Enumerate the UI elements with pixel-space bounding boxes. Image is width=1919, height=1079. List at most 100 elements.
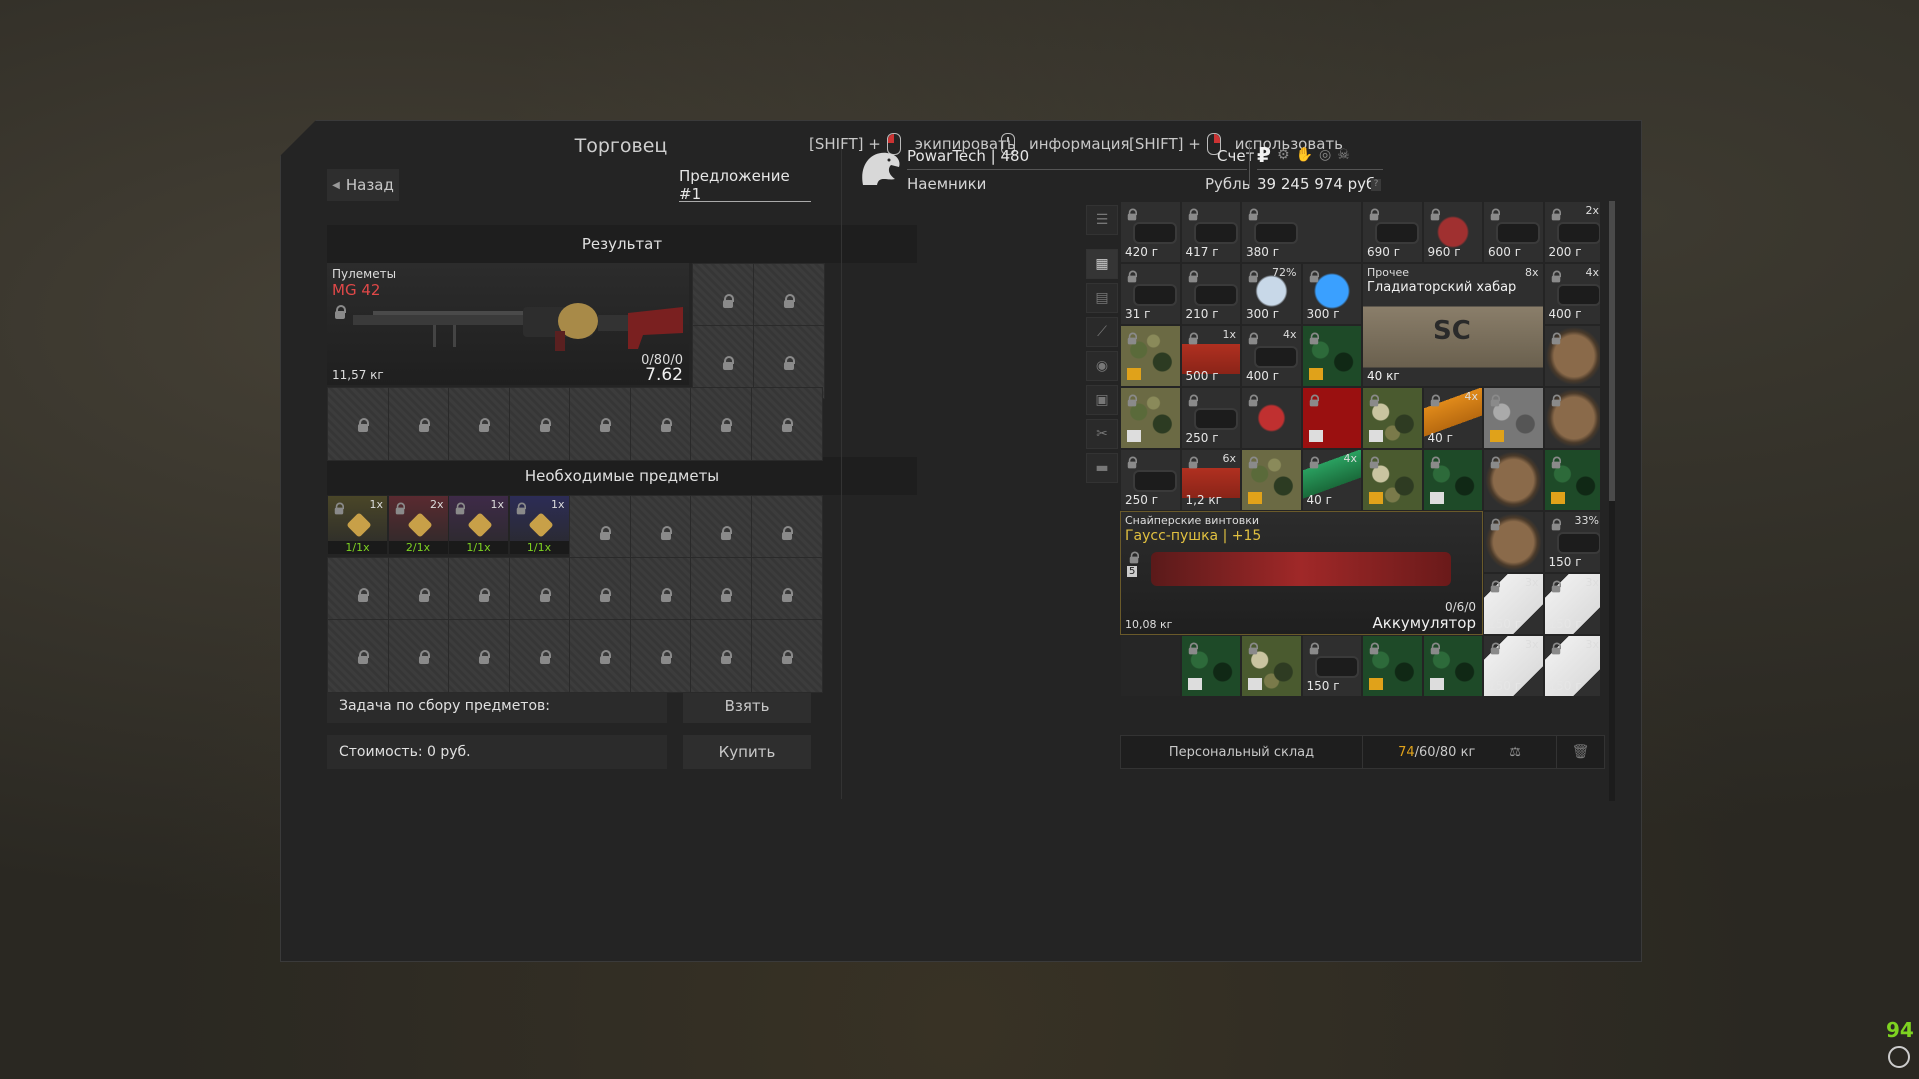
- inventory-item[interactable]: 3x 150 г: [1543, 635, 1600, 697]
- inventory-item[interactable]: [1483, 449, 1544, 511]
- item-weight: 380 г: [1246, 245, 1280, 259]
- hint-label: информация: [1029, 135, 1130, 153]
- rarity-tag-icon: [1187, 678, 1202, 690]
- inventory-item[interactable]: 3x 150 г: [1483, 573, 1544, 635]
- item-quantity: 4x: [1343, 452, 1357, 465]
- inventory-item[interactable]: 3x 150 г: [1483, 635, 1544, 697]
- filter-artifact-icon[interactable]: ◉: [1086, 351, 1118, 381]
- inventory-item[interactable]: 300 г: [1301, 263, 1362, 325]
- inventory-item[interactable]: 1x 500 г: [1180, 325, 1241, 387]
- scrollbar-track[interactable]: [1609, 201, 1615, 801]
- inventory-item[interactable]: [1241, 449, 1302, 511]
- inventory-item[interactable]: [1120, 325, 1181, 387]
- required-item[interactable]: 2x 2/1x: [387, 495, 449, 555]
- filter-list-icon[interactable]: ☰: [1086, 205, 1118, 235]
- gear-currency-icon[interactable]: ⚙: [1277, 147, 1290, 163]
- inventory-item[interactable]: 31 г: [1120, 263, 1181, 325]
- scrollbar-thumb[interactable]: [1609, 201, 1615, 501]
- buy-button[interactable]: Купить: [683, 735, 811, 769]
- filter-device-icon[interactable]: ▣: [1086, 385, 1118, 415]
- inventory-item[interactable]: 6x 1,2 кг: [1180, 449, 1241, 511]
- tab-offer[interactable]: Предложение #1: [679, 167, 811, 203]
- eagle-icon: [862, 152, 900, 185]
- inventory-item[interactable]: 4x 400 г: [1543, 263, 1600, 325]
- lock-icon: [1551, 270, 1561, 283]
- refresh-icon[interactable]: [1888, 1046, 1910, 1068]
- inventory-item[interactable]: 417 г: [1180, 201, 1241, 263]
- item-quantity: 4x: [1464, 390, 1478, 403]
- inventory-item[interactable]: [1543, 449, 1600, 511]
- ruble-currency-icon[interactable]: ₽: [1257, 143, 1271, 167]
- inventory-item[interactable]: 690 г: [1362, 201, 1423, 263]
- item-weight: 250 г: [1185, 431, 1219, 445]
- inventory-item[interactable]: 150 г: [1301, 635, 1362, 697]
- required-item[interactable]: 1x 1/1x: [448, 495, 509, 555]
- inventory-item[interactable]: [1543, 325, 1600, 387]
- inventory-item[interactable]: [1483, 511, 1544, 573]
- item-icon: [1256, 348, 1296, 366]
- lock-icon: [1309, 394, 1319, 407]
- inventory-item[interactable]: [1120, 387, 1181, 449]
- filter-misc-icon[interactable]: ▬: [1086, 453, 1118, 483]
- inventory-item[interactable]: [1362, 449, 1423, 511]
- lock-icon: [1369, 642, 1380, 655]
- item-weight: 420 г: [1125, 245, 1159, 259]
- filter-armor-icon[interactable]: ▤: [1086, 283, 1118, 313]
- inventory-item[interactable]: [1543, 387, 1600, 449]
- item-icon: [1558, 534, 1599, 552]
- coin-currency-icon[interactable]: ◎: [1319, 147, 1331, 163]
- take-button[interactable]: Взять: [683, 689, 811, 723]
- result-item[interactable]: Пулеметы MG 42 0/80/0 7.62 11,57 кг: [327, 263, 689, 385]
- inventory-item[interactable]: [1362, 635, 1423, 697]
- item-icon: [1135, 472, 1175, 490]
- inventory-item[interactable]: 380 г: [1241, 201, 1362, 263]
- filter-weapon-icon[interactable]: ⟋: [1086, 317, 1118, 347]
- gauss-rifle-item[interactable]: Снайперские винтовки Гаусс-пушка | +15 0/6…: [1120, 511, 1483, 635]
- inventory-item[interactable]: [1180, 635, 1241, 697]
- inventory-item[interactable]: 250 г: [1120, 449, 1181, 511]
- inventory-item[interactable]: [1422, 635, 1483, 697]
- rarity-tag-icon: [1369, 430, 1383, 442]
- trader-faction: Наемники: [907, 175, 987, 193]
- lock-icon: [1248, 270, 1259, 283]
- rarity-tag-icon: [1369, 492, 1383, 504]
- item-quantity: 1x: [550, 498, 565, 511]
- inventory-item[interactable]: [1483, 387, 1544, 449]
- inventory-item[interactable]: 960 г: [1422, 201, 1483, 263]
- inventory-item[interactable]: [1120, 635, 1181, 697]
- inventory-item[interactable]: [1241, 387, 1302, 449]
- inventory-item[interactable]: 33% 150 г: [1543, 511, 1600, 573]
- inventory-item[interactable]: 600 г: [1483, 201, 1544, 263]
- inventory-item[interactable]: [1422, 449, 1483, 511]
- chevron-left-icon: ◀: [332, 179, 340, 191]
- currency-tabs: ⚙ ✋ ◎ ☠: [1277, 147, 1350, 163]
- lock-icon: [1188, 642, 1198, 655]
- storage-tab[interactable]: Персональный склад: [1120, 735, 1363, 769]
- trash-icon[interactable]: 🗑: [1556, 735, 1605, 769]
- inventory-item[interactable]: 250 г: [1180, 387, 1241, 449]
- required-item[interactable]: 1x 1/1x: [508, 495, 570, 555]
- inventory-item[interactable]: 4x 40 г: [1301, 449, 1362, 511]
- inventory-item[interactable]: [1362, 387, 1423, 449]
- inventory-item[interactable]: 210 г: [1180, 263, 1241, 325]
- inventory-item[interactable]: [1241, 635, 1302, 697]
- lock-icon: [1188, 456, 1198, 469]
- filter-all-icon[interactable]: ▦: [1086, 249, 1118, 279]
- filter-tools-icon[interactable]: ✂: [1086, 419, 1118, 449]
- back-button[interactable]: ◀ Назад: [327, 169, 399, 201]
- chest-item[interactable]: Прочее Гладиаторский хабар 8x 40 кг SC: [1362, 263, 1544, 387]
- inventory-item[interactable]: 3x 150 г: [1543, 573, 1600, 635]
- skull-currency-icon[interactable]: ☠: [1337, 147, 1350, 163]
- inventory-item[interactable]: [1301, 325, 1362, 387]
- inventory-item[interactable]: 72% 300 г: [1241, 263, 1302, 325]
- info-icon[interactable]: ?: [1371, 179, 1381, 191]
- inventory-item[interactable]: 2x 200 г: [1543, 201, 1600, 263]
- item-weight: 150 г: [1488, 617, 1522, 631]
- inventory-item[interactable]: 4x 400 г: [1241, 325, 1302, 387]
- inventory-item[interactable]: 4x 40 г: [1422, 387, 1483, 449]
- hand-currency-icon[interactable]: ✋: [1296, 147, 1313, 163]
- required-item[interactable]: 1x 1/1x: [327, 495, 388, 555]
- lock-icon: [1369, 456, 1380, 469]
- inventory-item[interactable]: [1301, 387, 1362, 449]
- inventory-item[interactable]: 420 г: [1120, 201, 1181, 263]
